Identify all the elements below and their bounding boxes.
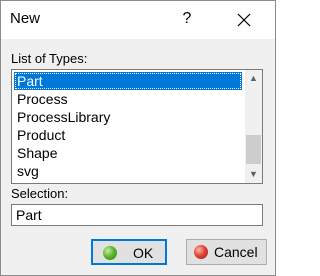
new-dialog: New ? List of Types: Part Process Proces… — [0, 0, 276, 276]
selection-label: Selection: — [11, 186, 69, 201]
scroll-thumb[interactable] — [246, 135, 261, 164]
cancel-button-label: Cancel — [214, 244, 258, 260]
help-button[interactable]: ? — [177, 7, 197, 31]
scroll-up-arrow-icon[interactable]: ▲ — [245, 70, 262, 87]
ok-button[interactable]: OK — [91, 239, 167, 265]
list-item[interactable]: Product — [14, 126, 242, 144]
cancel-button[interactable]: Cancel — [186, 239, 267, 265]
dialog-title: New — [10, 10, 41, 27]
list-scrollbar[interactable]: ▲ ▼ — [245, 70, 262, 183]
scroll-down-arrow-icon[interactable]: ▼ — [245, 166, 262, 183]
list-item[interactable]: Part — [14, 72, 242, 90]
list-item[interactable]: Process — [14, 90, 242, 108]
list-item[interactable]: ProcessLibrary — [14, 108, 242, 126]
ok-button-label: OK — [133, 245, 154, 261]
selection-input[interactable]: Part — [11, 204, 263, 226]
red-ball-icon — [194, 245, 208, 259]
list-item[interactable]: svg — [14, 162, 242, 180]
title-bar[interactable]: New ? — [1, 1, 275, 39]
types-listbox[interactable]: Part Process ProcessLibrary Product Shap… — [11, 69, 263, 184]
list-of-types-label: List of Types: — [11, 51, 88, 66]
close-icon — [237, 13, 251, 27]
green-ball-icon — [103, 246, 117, 260]
close-button[interactable] — [233, 9, 255, 31]
list-item[interactable]: Shape — [14, 144, 242, 162]
